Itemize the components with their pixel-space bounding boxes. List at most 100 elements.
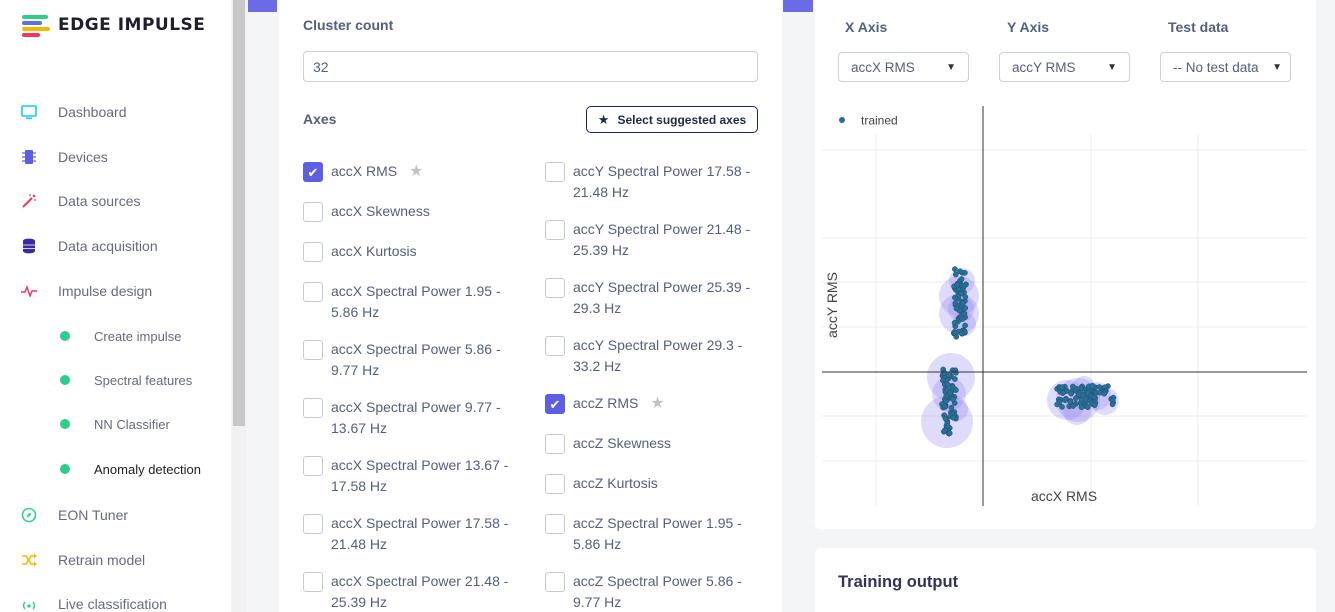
y-axis-label: Y Axis (1007, 19, 1050, 35)
axis-checkbox-item[interactable]: accZ Spectral Power 1.95 - 5.86 Hz (545, 513, 760, 555)
checkbox[interactable] (303, 456, 323, 476)
data-point (952, 330, 959, 337)
data-point (1084, 390, 1091, 396)
sidebar-item-label: Live classification (58, 596, 167, 612)
select-suggested-axes-button[interactable]: ★ Select suggested axes (586, 106, 758, 133)
axis-checkbox-item[interactable]: accX Kurtosis (303, 241, 518, 262)
axis-checkbox-item[interactable]: ✔ accZ RMS ★ (545, 393, 760, 414)
sidebar-scrollbar-thumb[interactable] (233, 0, 245, 426)
checkbox[interactable] (303, 398, 323, 418)
sidebar-subitem-spectral-features[interactable]: Spectral features (60, 370, 192, 390)
data-point (1054, 401, 1060, 408)
axis-checkbox-item[interactable]: accZ Kurtosis (545, 473, 760, 494)
x-axis-label: X Axis (845, 19, 888, 35)
checkbox[interactable] (303, 340, 323, 360)
chevron-down-icon: ▼ (1272, 61, 1282, 73)
sidebar-subitem-nn-classifier[interactable]: NN Classifier (60, 414, 170, 434)
checkbox[interactable] (303, 514, 323, 534)
checkbox-checked[interactable]: ✔ (303, 162, 323, 182)
axis-checkbox-item[interactable]: accX Spectral Power 9.77 - 13.67 Hz (303, 397, 518, 439)
checkbox[interactable] (545, 514, 565, 534)
data-point (959, 316, 966, 322)
data-point (953, 369, 959, 376)
axis-label: accX Spectral Power 17.58 - 21.48 Hz (331, 515, 509, 552)
brand-name: EDGE IMPULSE (58, 15, 206, 35)
test-data-select[interactable]: -- No test data ▼ (1160, 52, 1291, 82)
sidebar-item-impulse-design[interactable]: Impulse design (20, 280, 152, 302)
axis-label: accZ Spectral Power 5.86 - 9.77 Hz (573, 573, 742, 610)
database-icon (20, 237, 38, 255)
brand-logo[interactable]: EDGE IMPULSE (22, 14, 206, 37)
x-axis-select[interactable]: accX RMS ▼ (838, 52, 969, 82)
axis-label: accY Spectral Power 29.3 - 33.2 Hz (573, 337, 743, 374)
sidebar-subitem-create-impulse[interactable]: Create impulse (60, 326, 181, 346)
checkbox[interactable] (545, 474, 565, 494)
y-axis-select[interactable]: accY RMS ▼ (999, 52, 1130, 82)
status-dot (60, 464, 70, 474)
axis-checkbox-item[interactable]: ✔ accX RMS ★ (303, 161, 518, 182)
chip-icon (20, 148, 38, 166)
sidebar-subitem-label: Spectral features (94, 372, 193, 388)
sidebar-subitem-label: Create impulse (94, 328, 182, 344)
sidebar-item-data-sources[interactable]: Data sources (20, 190, 140, 212)
sidebar-item-eon-tuner[interactable]: EON Tuner (20, 504, 128, 526)
checkbox[interactable] (545, 278, 565, 298)
data-point (1062, 397, 1068, 403)
checkbox[interactable] (545, 336, 565, 356)
axis-checkbox-item[interactable]: accY Spectral Power 29.3 - 33.2 Hz (545, 335, 760, 377)
data-point (1059, 404, 1065, 410)
axis-checkbox-item[interactable]: accX Spectral Power 13.67 - 17.58 Hz (303, 455, 518, 497)
axis-label: accZ Kurtosis (573, 475, 658, 491)
cluster-count-input[interactable]: 32 (303, 51, 758, 82)
status-dot (60, 419, 70, 429)
checkbox[interactable] (303, 242, 323, 262)
sidebar-item-retrain-model[interactable]: Retrain model (20, 549, 145, 571)
status-dot (60, 331, 70, 341)
sidebar-subitem-anomaly-detection[interactable]: Anomaly detection (60, 459, 201, 479)
axis-checkbox-item[interactable]: accY Spectral Power 17.58 - 21.48 Hz (545, 161, 760, 203)
axis-checkbox-item[interactable]: accZ Spectral Power 5.86 - 9.77 Hz (545, 571, 760, 612)
data-point (946, 390, 953, 396)
axis-checkbox-item[interactable]: accX Spectral Power 17.58 - 21.48 Hz (303, 513, 518, 555)
axis-label: accX RMS (331, 163, 398, 179)
axis-checkbox-item[interactable]: accX Spectral Power 5.86 - 9.77 Hz (303, 339, 518, 381)
data-point (952, 294, 958, 301)
sidebar: EDGE IMPULSE Dashboard Devices Data sour… (0, 0, 231, 612)
sidebar-item-dashboard[interactable]: Dashboard (20, 101, 127, 123)
status-dot (60, 375, 70, 385)
sidebar-item-data-acquisition[interactable]: Data acquisition (20, 235, 158, 257)
x-axis-title: accX RMS (1031, 488, 1097, 504)
legend-label[interactable]: trained (861, 114, 898, 128)
header-accent (248, 0, 277, 12)
data-point (942, 415, 949, 422)
data-point (1101, 390, 1108, 397)
checkbox[interactable] (303, 572, 323, 592)
data-point (953, 387, 959, 393)
checkbox[interactable] (545, 162, 565, 182)
axis-label: accX Spectral Power 5.86 - 9.77 Hz (331, 341, 501, 378)
sidebar-item-devices[interactable]: Devices (20, 146, 108, 168)
sidebar-item-live-classification[interactable]: Live classification (20, 593, 167, 612)
checkbox[interactable] (545, 572, 565, 592)
checkbox[interactable] (545, 434, 565, 454)
axis-label: accZ RMS (573, 395, 639, 411)
checkbox[interactable] (303, 202, 323, 222)
axis-checkbox-item[interactable]: accX Spectral Power 21.48 - 25.39 Hz (303, 571, 518, 612)
axis-checkbox-item[interactable]: accX Skewness (303, 201, 518, 222)
axis-checkbox-item[interactable]: accX Spectral Power 1.95 - 5.86 Hz (303, 281, 518, 323)
data-point (960, 300, 966, 307)
axis-checkbox-item[interactable]: accY Spectral Power 25.39 - 29.3 Hz (545, 277, 760, 319)
data-point (1073, 385, 1080, 392)
feature-scatter-chart[interactable]: trained accX RMS accY RMS (822, 104, 1307, 506)
axis-checkbox-item[interactable]: accZ Skewness (545, 433, 760, 454)
axis-label: accX Spectral Power 13.67 - 17.58 Hz (331, 457, 509, 494)
button-label: Select suggested axes (617, 112, 747, 127)
sidebar-item-label: Impulse design (58, 283, 153, 299)
checkbox[interactable] (545, 220, 565, 240)
checkbox-checked[interactable]: ✔ (545, 394, 565, 414)
checkbox[interactable] (303, 282, 323, 302)
axis-label: accX Spectral Power 1.95 - 5.86 Hz (331, 283, 501, 320)
data-point (940, 377, 946, 384)
signal-icon (20, 595, 38, 612)
axis-checkbox-item[interactable]: accY Spectral Power 21.48 - 25.39 Hz (545, 219, 760, 261)
